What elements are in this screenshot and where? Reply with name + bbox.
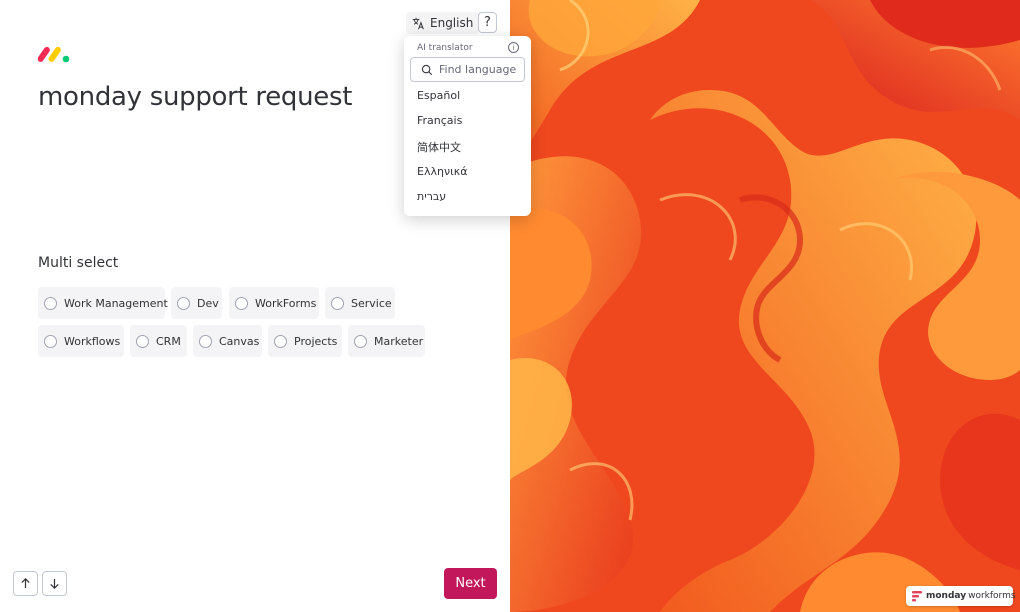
option-label: Workflows (64, 334, 121, 348)
option-label: Canvas (219, 334, 260, 348)
option-label: Work Management (64, 296, 168, 310)
search-placeholder: Find language (439, 63, 517, 76)
radio-circle (274, 334, 287, 348)
arrow-up-icon (21, 578, 30, 589)
option-label: WorkForms (255, 296, 317, 310)
language-current-label: English (430, 16, 474, 30)
language-selector-button[interactable]: English (406, 12, 480, 34)
workforms-logo-icon (912, 590, 922, 601)
radio-circle (136, 334, 149, 348)
option-canvas[interactable]: Canvas (193, 325, 262, 357)
translate-icon (412, 17, 424, 29)
language-option-greek[interactable]: Ελληνικά (417, 165, 468, 178)
option-dev[interactable]: Dev (171, 287, 222, 319)
option-label: CRM (156, 334, 181, 348)
badge-brand: monday (926, 591, 967, 601)
radio-circle (177, 296, 190, 310)
option-label: Dev (197, 296, 219, 310)
monday-workforms-badge[interactable]: monday workforms (906, 586, 1016, 606)
radio-circle (44, 296, 57, 310)
monday-logo-icon (38, 46, 70, 63)
language-search-input[interactable]: Find language (410, 57, 525, 82)
radio-circle (44, 334, 57, 348)
option-label: Marketer (374, 334, 424, 348)
language-option-spanish[interactable]: Español (417, 89, 460, 102)
language-option-french[interactable]: Français (417, 114, 462, 127)
radio-circle (199, 334, 212, 348)
abstract-waves-image (510, 0, 1020, 612)
help-button[interactable]: ? (478, 12, 497, 33)
language-option-hebrew[interactable]: עברית (417, 190, 446, 203)
option-marketer[interactable]: Marketer (348, 325, 425, 357)
radio-circle (235, 296, 248, 310)
question-label: Multi select (38, 255, 119, 271)
option-work-management[interactable]: Work Management (38, 287, 168, 319)
search-icon (421, 64, 433, 75)
badge-product: workforms (968, 591, 1016, 601)
option-label: Service (351, 296, 392, 310)
radio-circle (331, 296, 344, 310)
language-dropdown: AI translator i Find language Español Fr… (404, 36, 531, 216)
option-crm[interactable]: CRM (130, 325, 187, 357)
page-title: monday support request (38, 82, 353, 112)
option-label: Projects (294, 334, 338, 348)
decorative-background-image (510, 0, 1020, 612)
option-workforms[interactable]: WorkForms (229, 287, 319, 319)
option-projects[interactable]: Projects (268, 325, 342, 357)
option-workflows[interactable]: Workflows (38, 325, 124, 357)
info-icon[interactable]: i (508, 42, 519, 53)
arrow-down-icon (50, 578, 59, 589)
next-question-arrow-button[interactable] (42, 571, 67, 596)
option-service[interactable]: Service (325, 287, 395, 319)
translator-header: AI translator (417, 43, 473, 53)
next-button[interactable]: Next (444, 568, 497, 599)
previous-question-button[interactable] (13, 571, 38, 596)
radio-circle (354, 334, 367, 348)
language-option-chinese[interactable]: 简体中文 (417, 139, 461, 155)
